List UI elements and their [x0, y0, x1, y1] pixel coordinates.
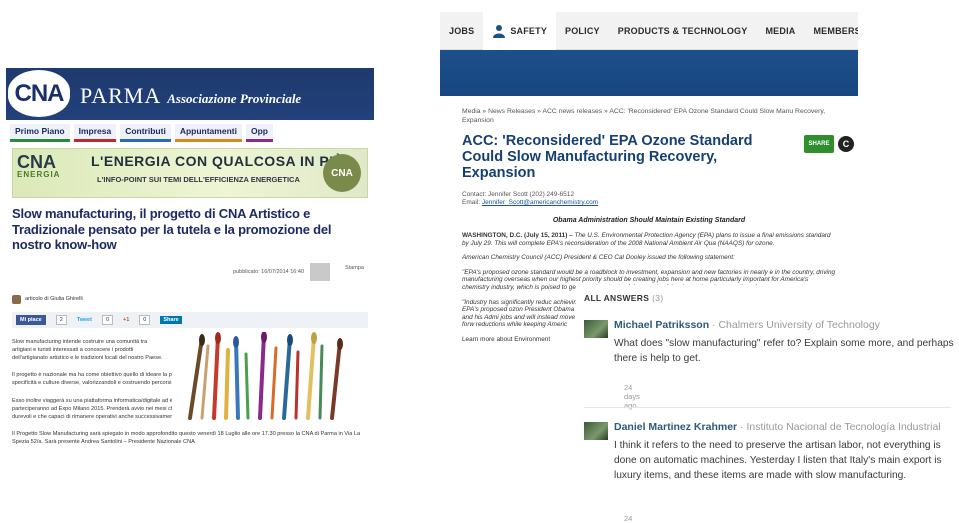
banner-subtitle: L'INFO-POINT SUI TEMI DELL'EFFICIENZA EN… [97, 175, 300, 184]
contact-info: Contact: Jennifer Scott (202) 249-6512 E… [462, 191, 836, 207]
answers-header: ALL ANSWERS (3) [584, 293, 664, 303]
facebook-count: 2 [55, 314, 67, 325]
article-title-block: ACC: 'Reconsidered' EPA Ozone Standard C… [462, 133, 854, 181]
tab-media[interactable]: MEDIA [756, 12, 804, 50]
banner-title: L'ENERGIA CON QUALCOSA IN PIÙ [91, 153, 345, 169]
avatar[interactable] [584, 320, 608, 338]
person-icon [493, 24, 506, 38]
banner-badge: CNA [323, 154, 361, 192]
author-line: articolo di Giulia Ghirelli [12, 294, 368, 304]
author-org: · Instituto Nacional de Tecnología Indus… [740, 421, 941, 433]
cna-parma-page: CNA PARMA Associazione Provinciale Primo … [6, 68, 374, 523]
linkedin-share-button[interactable]: Share [160, 315, 182, 324]
acc-nav-tabs: JOBS SAFETY POLICY PRODUCTS & TECHNOLOGY… [440, 12, 858, 50]
press-para-4: "Industry has significantly reduc achiev… [462, 298, 581, 329]
energy-banner[interactable]: CNA ENERGIA L'ENERGIA CON QUALCOSA IN PIÙ… [12, 148, 368, 198]
answer-divider [584, 407, 951, 408]
cna-nav-contributi[interactable]: Contributi [120, 124, 171, 142]
tab-jobs[interactable]: JOBS [440, 12, 483, 50]
cna-brand: PARMA Associazione Provinciale [80, 83, 301, 109]
cna-nav-opp[interactable]: Opp [245, 124, 273, 142]
contact-phone: Contact: Jennifer Scott (202) 249-6512 [462, 191, 575, 198]
publish-info: pubblicato: 16/07/2014 16:40 Stampa [12, 262, 368, 285]
social-bar: Mi piace 2 Tweet 0 +1 0 Share [12, 311, 368, 328]
answer-author: Daniel Martinez Krahmer · Instituto Naci… [614, 421, 941, 433]
press-para-1: WASHINGTON, D.C. (July 15, 2011) – The U… [462, 232, 831, 247]
print-icon[interactable] [310, 262, 330, 281]
cna-logo[interactable]: CNA [8, 70, 70, 117]
press-subheading: Obama Administration Should Maintain Exi… [552, 217, 746, 224]
tweet-button[interactable]: Tweet [77, 317, 92, 323]
breadcrumb[interactable]: Media » News Releases » ACC news release… [462, 108, 836, 125]
print-label[interactable]: Stampa [345, 265, 364, 271]
tab-membership[interactable]: MEMBERSHIP [804, 12, 858, 50]
answer-author: Michael Patriksson · Chalmers University… [614, 319, 880, 331]
tab-safety[interactable]: SAFETY [483, 12, 557, 50]
share-button[interactable]: SHARE [804, 135, 834, 153]
answers-panel: ALL ANSWERS (3) Michael Patriksson · Chal… [576, 285, 959, 523]
share-more-icon[interactable]: C [838, 136, 854, 152]
gplus-count: 0 [139, 314, 151, 325]
author-icon [12, 294, 21, 304]
tweet-count: 0 [101, 314, 114, 325]
article-body: Slow manufacturing intende costruire una… [12, 331, 368, 447]
facebook-like-button[interactable]: Mi piace [16, 314, 46, 325]
cna-nav-primo-piano[interactable]: Primo Piano [10, 124, 70, 142]
publish-date: pubblicato: 16/07/2014 16:40 [233, 268, 304, 275]
answer-date: 24 days ago [624, 514, 633, 523]
page-title: ACC: 'Reconsidered' EPA Ozone Standard C… [462, 133, 753, 181]
paintbrushes-image [172, 331, 362, 420]
answer-date: 24 days ago [624, 383, 640, 410]
author-org: · Chalmers University of Technology [712, 319, 880, 331]
article-para-4: Il Progetto Slow Manufacturing sarà spie… [12, 431, 361, 446]
banner-logo: CNA ENERGIA [17, 152, 61, 179]
avatar[interactable] [584, 422, 608, 440]
cna-nav-appuntamenti[interactable]: Appuntamenti [174, 124, 242, 142]
press-para-2: American Chemistry Council (ACC) Preside… [462, 254, 735, 262]
tab-policy[interactable]: POLICY [556, 12, 609, 50]
answer-text: What does "slow manufacturing" refer to?… [614, 338, 954, 364]
answer-text: I think it refers to the need to preserv… [614, 440, 942, 481]
cna-brand-subtitle: Associazione Provinciale [167, 91, 302, 106]
cna-nav-impresa[interactable]: Impresa [73, 124, 117, 142]
article-intro: Slow manufacturing intende costruire una… [12, 338, 163, 361]
cna-nav: Primo Piano Impresa Contributi Appuntame… [6, 120, 374, 142]
author-name-link[interactable]: Daniel Martinez Krahmer [614, 421, 737, 433]
contact-email-link[interactable]: Jennifer_Scott@americanchemistry.com [482, 199, 598, 206]
tab-products-technology[interactable]: PRODUCTS & TECHNOLOGY [609, 12, 757, 50]
contact-email-line: Email: Jennifer_Scott@americanchemistry.… [462, 199, 599, 206]
cna-header: CNA PARMA Associazione Provinciale [6, 68, 374, 120]
article-headline: Slow manufacturing, il progetto di CNA A… [12, 206, 332, 252]
gplus-button[interactable]: +1 [123, 317, 129, 323]
acc-blue-banner [440, 50, 858, 96]
cna-brand-title: PARMA [80, 83, 162, 108]
cna-logo-text: CNA [14, 79, 65, 107]
author-name-link[interactable]: Michael Patriksson [614, 319, 709, 331]
author-name: articolo di Giulia Ghirelli [25, 296, 83, 302]
